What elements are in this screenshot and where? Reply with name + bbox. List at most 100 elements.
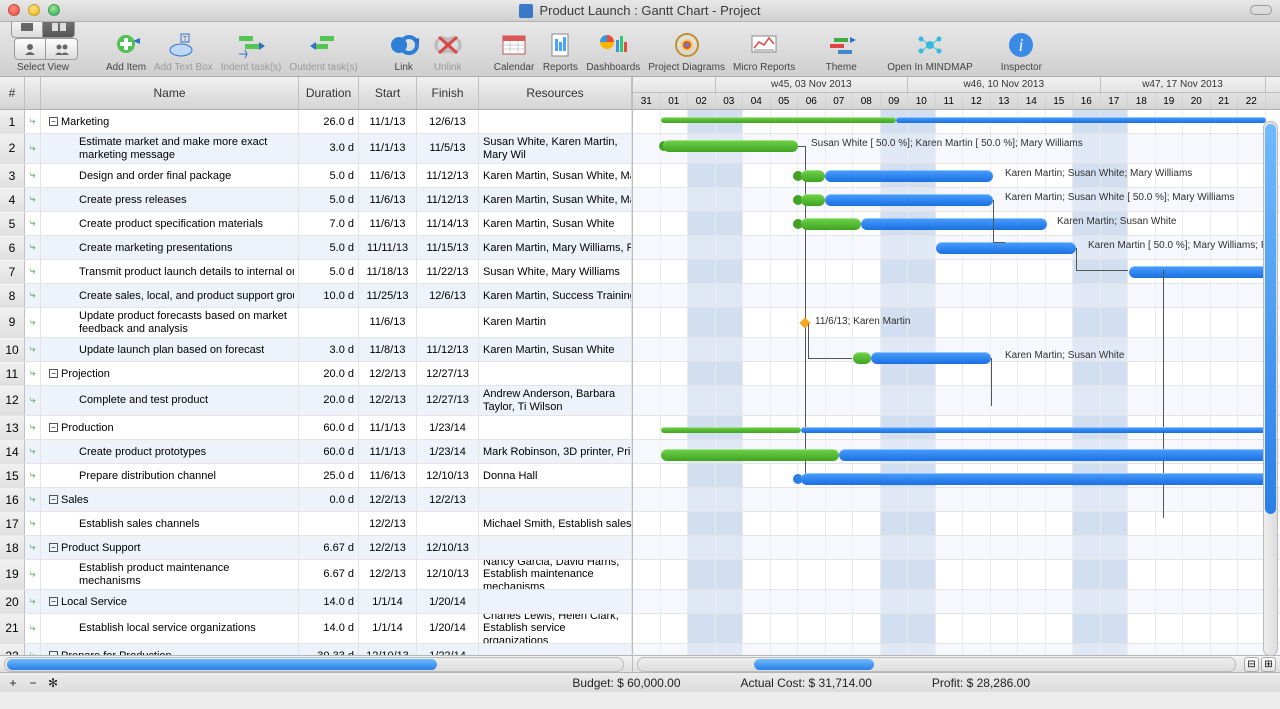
- table-row[interactable]: 4⤷Create press releases5.0 d11/6/1311/12…: [0, 188, 632, 212]
- expand-toggle[interactable]: −: [49, 423, 58, 432]
- resources-cell: [479, 362, 632, 385]
- window-title: Product Launch : Gantt Chart - Project: [539, 3, 760, 18]
- table-row[interactable]: 20⤷−Local Service14.0 d1/1/141/20/14: [0, 590, 632, 614]
- close-icon[interactable]: [8, 4, 20, 16]
- col-header-name[interactable]: Name: [41, 77, 299, 109]
- project-diagrams-button[interactable]: Project Diagrams: [648, 30, 725, 73]
- day-header: 04: [743, 93, 771, 109]
- table-row[interactable]: 17⤷Establish sales channels12/2/13Michae…: [0, 512, 632, 536]
- reports-button[interactable]: Reports: [542, 30, 578, 73]
- expand-toggle[interactable]: −: [49, 543, 58, 552]
- col-header-duration[interactable]: Duration: [299, 77, 359, 109]
- task-name: Create sales, local, and product support…: [79, 290, 294, 302]
- resources-cell: Karen Martin, Susan White: [479, 212, 632, 235]
- expand-toggle[interactable]: −: [49, 117, 58, 126]
- start-cell: 12/2/13: [359, 362, 417, 385]
- table-row[interactable]: 21⤷Establish local service organizations…: [0, 614, 632, 644]
- expand-toggle[interactable]: −: [49, 369, 58, 378]
- day-header: 10: [908, 93, 936, 109]
- link-button[interactable]: Link: [386, 30, 422, 73]
- table-row[interactable]: 13⤷−Production60.0 d11/1/131/23/14: [0, 416, 632, 440]
- week-header: w45, 03 Nov 2013: [716, 77, 909, 92]
- expand-toggle[interactable]: −: [49, 597, 58, 606]
- collapse-view-icon[interactable]: ⊟: [1244, 657, 1259, 672]
- remove-row-button[interactable]: −: [26, 676, 40, 690]
- duration-cell: 60.0 d: [299, 416, 359, 439]
- table-row[interactable]: 12⤷Complete and test product20.0 d12/2/1…: [0, 386, 632, 416]
- row-number: 2: [0, 134, 25, 163]
- duration-cell: 5.0 d: [299, 188, 359, 211]
- tree-icon: ⤷: [25, 308, 41, 337]
- resources-cell: [479, 536, 632, 559]
- task-name: Create product prototypes: [79, 446, 206, 458]
- task-name: Transmit product launch details to inter…: [79, 266, 294, 278]
- table-row[interactable]: 3⤷Design and order final package5.0 d11/…: [0, 164, 632, 188]
- duration-cell: 20.0 d: [299, 386, 359, 415]
- view-person-button[interactable]: [14, 38, 46, 60]
- settings-gear-icon[interactable]: ✻: [46, 676, 60, 690]
- dashboards-button[interactable]: Dashboards: [586, 30, 640, 73]
- col-header-resources[interactable]: Resources: [479, 77, 632, 109]
- expand-view-icon[interactable]: ⊞: [1261, 657, 1276, 672]
- row-number: 9: [0, 308, 25, 337]
- table-row[interactable]: 1⤷−Marketing26.0 d11/1/1312/6/13: [0, 110, 632, 134]
- table-row[interactable]: 2⤷Estimate market and make more exact ma…: [0, 134, 632, 164]
- table-row[interactable]: 15⤷Prepare distribution channel25.0 d11/…: [0, 464, 632, 488]
- calendar-button[interactable]: Calendar: [494, 30, 535, 73]
- start-cell: 11/6/13: [359, 188, 417, 211]
- resources-cell: [479, 488, 632, 511]
- task-table: # Name Duration Start Finish Resources 1…: [0, 77, 633, 672]
- task-name: Prepare distribution channel: [79, 470, 216, 482]
- task-name: Establish local service organizations: [79, 622, 256, 635]
- week-header: w46, 10 Nov 2013: [908, 77, 1101, 92]
- window-titlebar: Product Launch : Gantt Chart - Project: [0, 0, 1280, 22]
- table-row[interactable]: 22⤷−Prepare for Production30.33 d12/10/1…: [0, 644, 632, 655]
- gantt-label: Karen Martin; Susan White; Mary Williams: [1005, 168, 1192, 179]
- zoom-icon[interactable]: [48, 4, 60, 16]
- start-cell: 12/2/13: [359, 560, 417, 589]
- row-number: 16: [0, 488, 25, 511]
- indent-button[interactable]: Indent task(s): [221, 30, 282, 73]
- add-item-button[interactable]: Add Item: [106, 30, 146, 73]
- col-header-num[interactable]: #: [0, 77, 25, 109]
- micro-reports-button[interactable]: Micro Reports: [733, 30, 795, 73]
- row-number: 22: [0, 644, 25, 655]
- table-row[interactable]: 6⤷Create marketing presentations5.0 d11/…: [0, 236, 632, 260]
- outdent-button[interactable]: Outdent task(s): [289, 30, 357, 73]
- day-header: 14: [1018, 93, 1046, 109]
- table-row[interactable]: 16⤷−Sales0.0 d12/2/1312/2/13: [0, 488, 632, 512]
- add-textbox-button[interactable]: T Add Text Box: [154, 30, 213, 73]
- theme-button[interactable]: Theme: [823, 30, 859, 73]
- inspector-button[interactable]: i Inspector: [1001, 30, 1042, 73]
- table-row[interactable]: 10⤷Update launch plan based on forecast3…: [0, 338, 632, 362]
- table-hscroll[interactable]: [4, 657, 624, 672]
- col-header-start[interactable]: Start: [359, 77, 417, 109]
- col-header-finish[interactable]: Finish: [417, 77, 479, 109]
- view-group-button[interactable]: [46, 38, 78, 60]
- resources-cell: Donna Hall: [479, 464, 632, 487]
- row-number: 11: [0, 362, 25, 385]
- add-row-button[interactable]: +: [6, 676, 20, 690]
- table-row[interactable]: 8⤷Create sales, local, and product suppo…: [0, 284, 632, 308]
- resources-cell: Andrew Anderson, Barbara Taylor, Ti Wils…: [479, 386, 632, 415]
- unlink-button[interactable]: Unlink: [430, 30, 466, 73]
- profit-label: Profit: $ 28,286.00: [902, 676, 1060, 690]
- vertical-scrollbar[interactable]: [1263, 121, 1278, 656]
- gantt-hscroll[interactable]: [637, 657, 1236, 672]
- duration-cell: 26.0 d: [299, 110, 359, 133]
- table-row[interactable]: 7⤷Transmit product launch details to int…: [0, 260, 632, 284]
- table-row[interactable]: 9⤷Update product forecasts based on mark…: [0, 308, 632, 338]
- minimize-icon[interactable]: [28, 4, 40, 16]
- toolbar: Select View Add Item T Add Text Box Inde…: [0, 22, 1280, 77]
- open-mindmap-button[interactable]: Open In MINDMAP: [887, 30, 973, 73]
- day-header: 20: [1183, 93, 1211, 109]
- table-row[interactable]: 11⤷−Projection20.0 d12/2/1312/27/13: [0, 362, 632, 386]
- table-row[interactable]: 14⤷Create product prototypes60.0 d11/1/1…: [0, 440, 632, 464]
- table-row[interactable]: 18⤷−Product Support6.67 d12/2/1312/10/13: [0, 536, 632, 560]
- titlebar-pill-icon[interactable]: [1250, 5, 1272, 15]
- table-row[interactable]: 5⤷Create product specification materials…: [0, 212, 632, 236]
- table-row[interactable]: 19⤷Establish product maintenance mechani…: [0, 560, 632, 590]
- tree-icon: ⤷: [25, 362, 41, 385]
- col-header-tree[interactable]: [25, 77, 41, 109]
- expand-toggle[interactable]: −: [49, 495, 58, 504]
